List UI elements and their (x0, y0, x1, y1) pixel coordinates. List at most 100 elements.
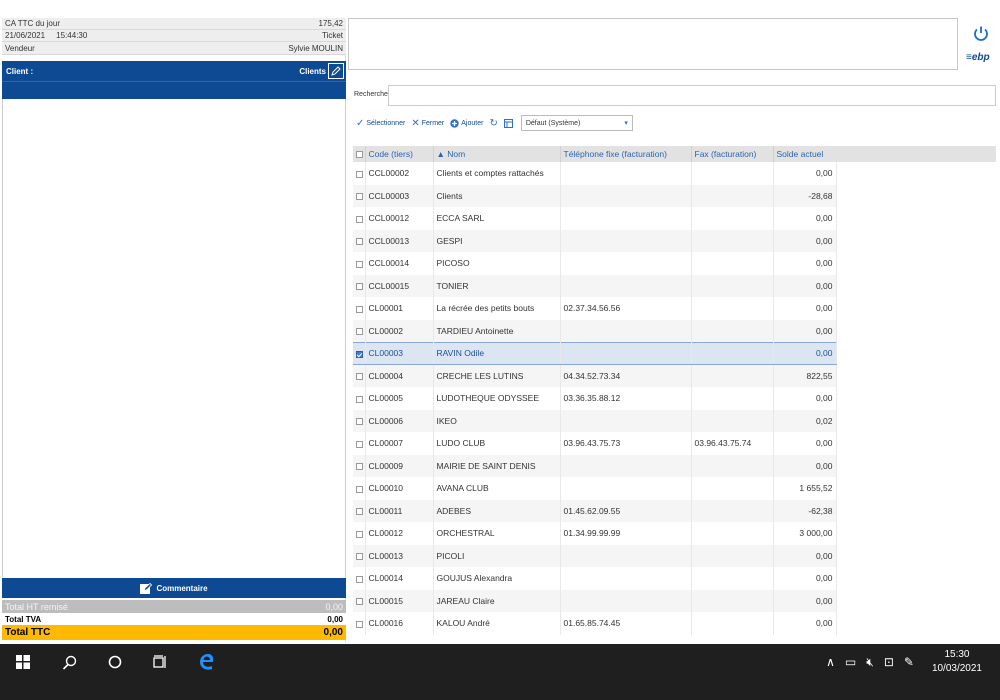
col-header-fax[interactable]: Fax (facturation) (691, 146, 774, 162)
cell-telephone (560, 207, 692, 230)
table-row[interactable]: CCL00013 GESPI 0,00 (353, 229, 837, 252)
row-checkbox[interactable] (353, 207, 366, 230)
row-checkbox[interactable] (353, 589, 366, 612)
table-row[interactable]: CL00002 TARDIEU Antoinette 0,00 (353, 319, 837, 342)
volume-muted-icon[interactable]: 🔇︎ (866, 655, 874, 670)
cell-fax (691, 454, 774, 477)
cell-code: CL00002 (365, 319, 434, 342)
cell-code: CCL00014 (365, 252, 434, 275)
client-actions: Clients (299, 63, 344, 79)
row-checkbox[interactable] (353, 567, 366, 590)
table-row[interactable]: CL00009 MAIRIE DE SAINT DENIS 0,00 (353, 454, 837, 477)
task-view-button[interactable] (138, 644, 184, 680)
row-checkbox[interactable] (353, 162, 366, 185)
network-icon[interactable]: ⊡ (884, 655, 894, 669)
table-row[interactable]: CCL00003 Clients -28,68 (353, 184, 837, 207)
row-checkbox[interactable] (353, 612, 366, 635)
row-checkbox[interactable] (353, 454, 366, 477)
edit-client-button[interactable] (328, 63, 344, 79)
comment-label: Commentaire (156, 583, 208, 593)
table-row[interactable]: CL00005 LUDOTHEQUE ODYSSEE 03.36.35.88.12 0… (353, 387, 837, 410)
table-row[interactable]: CL00014 GOUJUS Alexandra 0,00 (353, 567, 837, 590)
edge-icon (200, 654, 214, 670)
cell-solde: -62,38 (773, 499, 837, 522)
taskbar-clock[interactable]: 15:30 10/03/2021 (932, 648, 982, 676)
table-row[interactable]: CL00012 ORCHESTRAL 01.34.99.99.99 3 000,00 (353, 522, 837, 545)
table-row[interactable]: CCL00002 Clients et comptes rattachés 0,00 (353, 162, 837, 185)
sort-asc-icon: ▲ (436, 149, 445, 159)
cell-nom: KALOU André (433, 612, 561, 635)
clients-button[interactable]: Clients (299, 67, 326, 76)
cell-telephone (560, 341, 692, 365)
cell-telephone (560, 477, 692, 500)
total-ttc-label: Total TTC (5, 627, 51, 638)
table-row[interactable]: CCL00015 TONIER 0,00 (353, 274, 837, 297)
checkbox-icon (356, 170, 363, 178)
table-row[interactable]: CL00006 IKEO 0,02 (353, 409, 837, 432)
row-checkbox[interactable] (353, 432, 366, 455)
col-header-nom[interactable]: ▲ Nom (433, 146, 561, 162)
select-button[interactable]: ✓ Sélectionner (356, 118, 405, 129)
row-checkbox[interactable] (353, 184, 366, 207)
cell-fax (691, 589, 774, 612)
add-button[interactable]: Ajouter (450, 118, 483, 128)
cell-code: CL00007 (365, 432, 434, 455)
table-row[interactable]: CCL00012 ECCA SARL 0,00 (353, 207, 837, 230)
cortana-button[interactable] (92, 644, 138, 680)
row-checkbox[interactable] (353, 522, 366, 545)
table-row[interactable]: CL00016 KALOU André 01.65.85.74.45 0,00 (353, 612, 837, 635)
row-checkbox[interactable] (353, 274, 366, 297)
view-select[interactable]: Défaut (Système) ▾ (520, 115, 633, 131)
table-row[interactable]: CL00010 AVANA CLUB 1 655,52 (353, 477, 837, 500)
col-header-solde[interactable]: Solde actuel (773, 146, 837, 162)
table-row[interactable]: CL00003 RAVIN Odile 0,00 (353, 341, 837, 365)
pen-icon[interactable]: ✎ (904, 655, 914, 669)
table-row[interactable]: CL00004 CRECHE LES LUTINS 04.34.52.73.34 82… (353, 364, 837, 387)
cell-nom: Clients et comptes rattachés (433, 162, 561, 185)
row-checkbox[interactable] (353, 364, 366, 387)
row-checkbox[interactable] (353, 252, 366, 275)
cell-telephone: 02.37.34.56.56 (560, 297, 692, 320)
refresh-button[interactable]: ↻ (489, 118, 497, 129)
row-checkbox[interactable] (353, 297, 366, 320)
row-checkbox[interactable] (353, 409, 366, 432)
close-button[interactable]: ✕ Fermer (411, 118, 444, 129)
col-header-telephone[interactable]: Téléphone fixe (facturation) (560, 146, 692, 162)
windows-start-button[interactable] (0, 644, 46, 680)
col-header-code[interactable]: Code (tiers) (365, 146, 434, 162)
row-checkbox[interactable] (353, 477, 366, 500)
row-checkbox[interactable] (353, 387, 366, 410)
row-checkbox[interactable] (353, 544, 366, 567)
chevron-up-icon[interactable]: ∧ (826, 655, 835, 669)
cell-solde: 0,00 (773, 454, 837, 477)
view-icon-button[interactable] (503, 118, 513, 128)
table-row[interactable]: CL00007 LUDO CLUB 03.96.43.75.73 03.96.43.7… (353, 432, 837, 455)
search-input[interactable] (388, 85, 996, 106)
customer-display-box (348, 18, 958, 70)
total-ht-label: Total HT remisé (5, 601, 68, 612)
clients-grid: Code (tiers) ▲ Nom Téléphone fixe (factu… (353, 146, 996, 640)
row-checkbox[interactable] (353, 229, 366, 252)
table-row[interactable]: CL00015 JAREAU Claire 0,00 (353, 589, 837, 612)
table-row[interactable]: CL00013 PICOLI 0,00 (353, 544, 837, 567)
select-all-checkbox[interactable] (353, 146, 366, 162)
table-row[interactable]: CL00001 La récrée des petits bouts 02.37.3… (353, 297, 837, 320)
cell-fax (691, 229, 774, 252)
cell-telephone (560, 544, 692, 567)
cell-telephone (560, 274, 692, 297)
cell-code: CL00009 (365, 454, 434, 477)
close-label: Fermer (421, 119, 445, 127)
battery-icon[interactable]: ▭ (845, 655, 856, 669)
edge-browser-button[interactable] (184, 644, 230, 680)
row-checkbox[interactable] (353, 499, 366, 522)
row-checkbox[interactable] (353, 341, 366, 365)
row-checkbox[interactable] (353, 319, 366, 342)
power-button[interactable] (971, 24, 991, 44)
cell-nom: IKEO (433, 409, 561, 432)
table-row[interactable]: CCL00014 PICOSO 0,00 (353, 252, 837, 275)
cell-code: CL00016 (365, 612, 434, 635)
table-row[interactable]: CL00011 ADEBES 01.45.62.09.55 -62,38 (353, 499, 837, 522)
comment-button[interactable]: Commentaire (2, 578, 346, 598)
search-button[interactable] (46, 644, 92, 680)
checkbox-icon (356, 508, 363, 515)
